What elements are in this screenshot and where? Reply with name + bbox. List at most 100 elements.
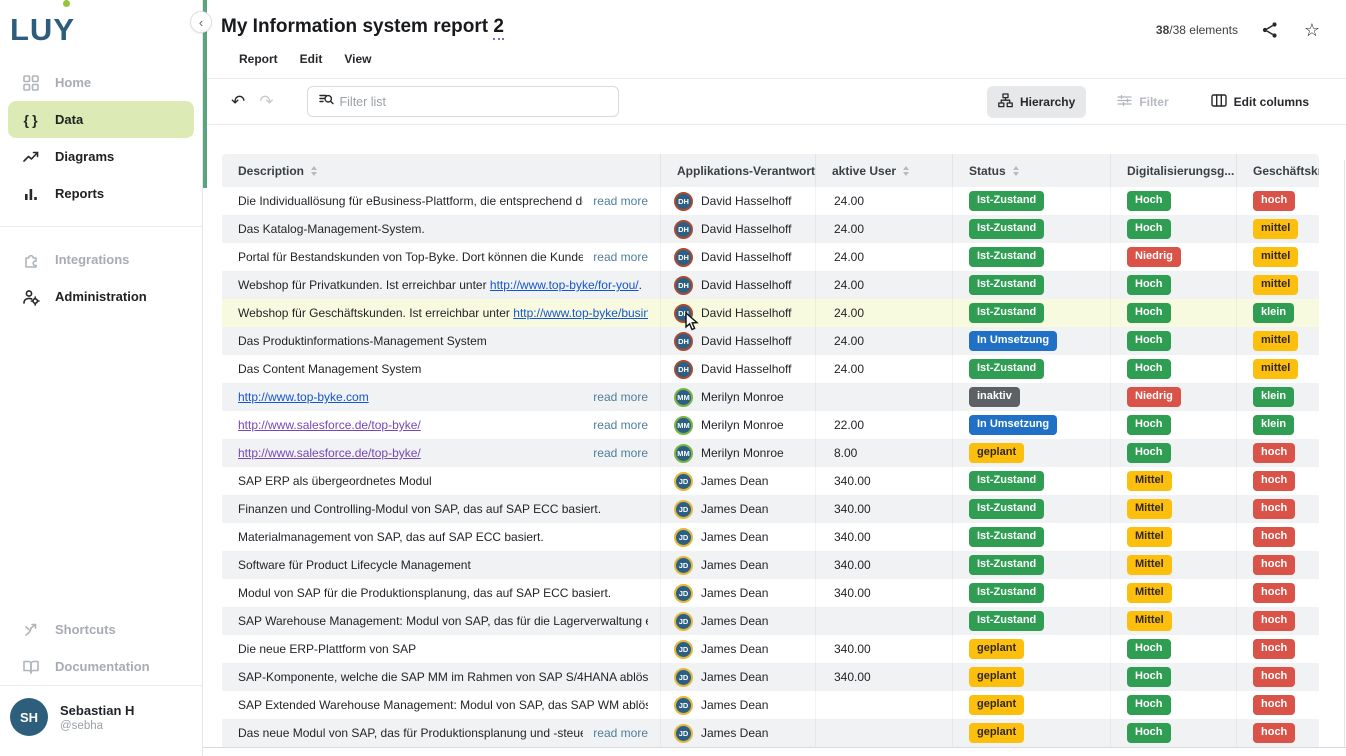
column-header-aktive-user[interactable]: aktive User <box>816 154 953 187</box>
avatar[interactable]: DH <box>674 360 693 379</box>
table-row[interactable]: Software für Product Lifecycle Managemen… <box>222 551 1319 579</box>
redo-icon[interactable]: ↷ <box>259 93 273 110</box>
table-row[interactable]: Das Katalog-Management-System. DH David … <box>222 215 1319 243</box>
avatar[interactable]: DH <box>674 192 693 211</box>
responsible-name: James Dean <box>701 726 768 740</box>
sidebar: LUY Home { } Data Diagrams <box>0 0 203 756</box>
column-header-geschaeftskritikalitaet[interactable]: Geschäftskritik <box>1237 154 1319 187</box>
sort-icon[interactable] <box>311 166 317 176</box>
table-row[interactable]: SAP ERP als übergeordnetes Modul JD Jame… <box>222 467 1319 495</box>
avatar[interactable]: JD <box>674 612 693 631</box>
avatar[interactable]: JD <box>674 724 693 743</box>
table-row[interactable]: SAP-Komponente, welche die SAP MM im Rah… <box>222 663 1319 691</box>
sidebar-item-documentation[interactable]: Documentation <box>8 648 194 685</box>
table-row[interactable]: Die neue ERP-Plattform von SAP JD James … <box>222 635 1319 663</box>
description-link[interactable]: http://www.top-byke.com <box>238 390 369 404</box>
sidebar-item-shortcuts[interactable]: Shortcuts <box>8 611 194 648</box>
column-header-status[interactable]: Status <box>953 154 1111 187</box>
column-header-digitalisierungsgrad[interactable]: Digitalisierungsg... <box>1111 154 1237 187</box>
table-row[interactable]: http://www.salesforce.de/top-byke/ read … <box>222 411 1319 439</box>
digitalisierungsgrad-badge: Hoch <box>1127 331 1171 350</box>
logo[interactable]: LUY <box>0 0 202 58</box>
table-row[interactable]: Modul von SAP für die Produktionsplanung… <box>222 579 1319 607</box>
undo-icon[interactable]: ↶ <box>231 93 245 110</box>
active-user-cell: 340.00 <box>816 635 953 663</box>
description-link[interactable]: http://www.salesforce.de/top-byke/ <box>238 418 421 432</box>
status-badge: inaktiv <box>969 387 1020 406</box>
vertical-scrollbar[interactable] <box>1344 160 1345 747</box>
active-user-cell <box>816 719 953 747</box>
avatar[interactable]: JD <box>674 584 693 603</box>
geschaeftskritikalitaet-cell: hoch <box>1237 691 1319 719</box>
table-row[interactable]: Webshop für Geschäftskunden. Ist erreich… <box>222 299 1319 327</box>
sidebar-item-diagrams[interactable]: Diagrams <box>8 138 194 175</box>
description-link[interactable]: http://www.top-byke/business/ <box>513 306 648 320</box>
digitalisierungsgrad-cell: Hoch <box>1111 635 1237 663</box>
avatar[interactable]: DH <box>674 276 693 295</box>
table-row[interactable]: SAP Extended Warehouse Management: Modul… <box>222 691 1319 719</box>
avatar[interactable]: JD <box>674 556 693 575</box>
description-cell: Die neue ERP-Plattform von SAP <box>222 635 661 663</box>
table-row[interactable]: Die Individuallösung für eBusiness-Platt… <box>222 187 1319 215</box>
avatar[interactable]: JD <box>674 472 693 491</box>
sidebar-item-integrations[interactable]: Integrations <box>8 241 194 278</box>
menu-view[interactable]: View <box>344 52 371 66</box>
description-link[interactable]: http://www.top-byke/for-you/ <box>490 278 639 292</box>
table-row[interactable]: Das Produktinformations-Management Syste… <box>222 327 1319 355</box>
table-row[interactable]: Portal für Bestandskunden von Top-Byke. … <box>222 243 1319 271</box>
share-icon[interactable] <box>1260 20 1280 40</box>
geschaeftskritikalitaet-badge: mittel <box>1253 359 1298 378</box>
avatar[interactable]: JD <box>674 640 693 659</box>
table-row[interactable]: http://www.salesforce.de/top-byke/ read … <box>222 439 1319 467</box>
sidebar-collapse-button[interactable]: ‹ <box>190 11 212 33</box>
user-profile[interactable]: SH Sebastian H @sebha <box>0 685 202 752</box>
table-row[interactable]: Finanzen und Controlling-Modul von SAP, … <box>222 495 1319 523</box>
favorite-star-icon[interactable]: ☆ <box>1302 20 1322 40</box>
sidebar-item-data[interactable]: { } Data <box>8 101 194 138</box>
avatar[interactable]: JD <box>674 696 693 715</box>
status-cell: inaktiv <box>953 383 1111 411</box>
table-row[interactable]: Webshop für Privatkunden. Ist erreichbar… <box>222 271 1319 299</box>
table-row[interactable]: SAP Warehouse Management: Modul von SAP,… <box>222 607 1319 635</box>
avatar[interactable]: MM <box>674 388 693 407</box>
filter-list-field[interactable] <box>307 86 619 117</box>
sort-icon[interactable] <box>1013 166 1019 176</box>
sidebar-item-home[interactable]: Home <box>8 64 194 101</box>
read-more-link[interactable]: read more <box>593 418 648 432</box>
avatar[interactable]: MM <box>674 444 693 463</box>
avatar[interactable]: DH <box>674 220 693 239</box>
edit-columns-button[interactable]: Edit columns <box>1200 86 1320 118</box>
table-row[interactable]: Materialmanagement von SAP, das auf SAP … <box>222 523 1319 551</box>
sort-icon[interactable] <box>903 166 909 176</box>
read-more-link[interactable]: read more <box>593 726 648 740</box>
column-header-description[interactable]: Description <box>222 154 661 187</box>
avatar[interactable]: DH <box>674 248 693 267</box>
avatar[interactable]: DH <box>674 304 693 323</box>
avatar[interactable]: JD <box>674 500 693 519</box>
read-more-link[interactable]: read more <box>593 194 648 208</box>
hierarchy-button[interactable]: Hierarchy <box>987 86 1086 118</box>
avatar[interactable]: JD <box>674 668 693 687</box>
filter-button[interactable]: Filter <box>1106 86 1179 118</box>
table-row[interactable]: Das Content Management System DH David H… <box>222 355 1319 383</box>
horizontal-scrollbar[interactable] <box>203 747 1346 748</box>
menu-report[interactable]: Report <box>239 52 278 66</box>
read-more-link[interactable]: read more <box>593 446 648 460</box>
filter-list-input[interactable] <box>340 95 608 109</box>
avatar[interactable]: JD <box>674 528 693 547</box>
menu-edit[interactable]: Edit <box>300 52 323 66</box>
sidebar-item-reports[interactable]: Reports <box>8 175 194 212</box>
read-more-link[interactable]: read more <box>593 250 648 264</box>
active-user-cell <box>816 691 953 719</box>
hierarchy-button-label: Hierarchy <box>1020 95 1075 109</box>
column-header-applikations-verantwortlicher[interactable]: Applikations-Verantwort... <box>661 154 816 187</box>
description-text: Software für Product Lifecycle Managemen… <box>238 558 648 572</box>
avatar[interactable]: MM <box>674 416 693 435</box>
status-badge: Ist-Zustand <box>969 611 1044 630</box>
avatar[interactable]: DH <box>674 332 693 351</box>
description-link[interactable]: http://www.salesforce.de/top-byke/ <box>238 446 421 460</box>
sidebar-item-administration[interactable]: Administration <box>8 278 194 315</box>
table-row[interactable]: http://www.top-byke.com read more MM Mer… <box>222 383 1319 411</box>
table-row[interactable]: Das neue Modul von SAP, das für Produkti… <box>222 719 1319 747</box>
read-more-link[interactable]: read more <box>593 390 648 404</box>
